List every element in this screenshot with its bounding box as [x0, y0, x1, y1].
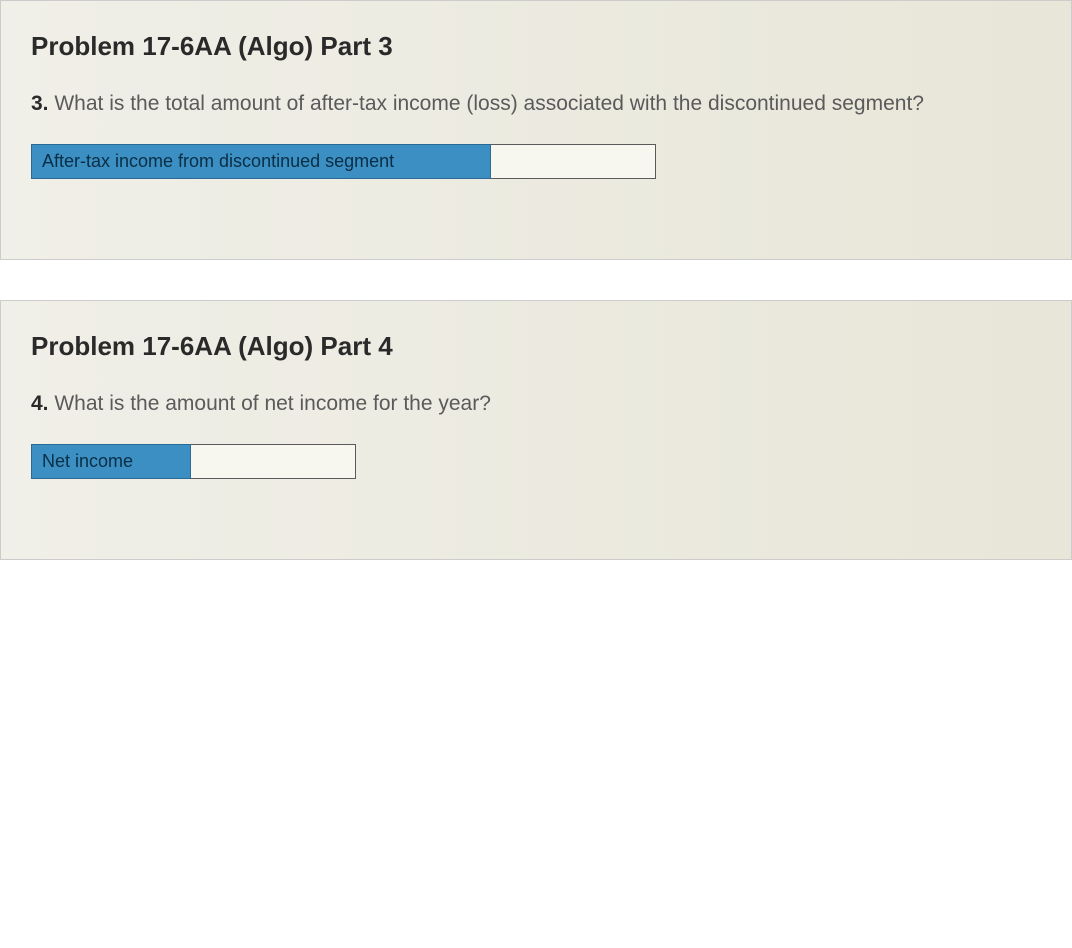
part3-answer-row: After-tax income from discontinued segme… [31, 144, 1041, 179]
part4-title: Problem 17-6AA (Algo) Part 4 [31, 331, 1041, 362]
panel-gap [0, 260, 1072, 300]
part3-question-number: 3. [31, 92, 49, 115]
part4-field-label: Net income [31, 444, 191, 479]
after-tax-income-input[interactable] [493, 149, 653, 175]
problem-part-3: Problem 17-6AA (Algo) Part 3 3. What is … [0, 0, 1072, 260]
part4-question: 4. What is the amount of net income for … [31, 392, 1041, 416]
part4-question-number: 4. [31, 392, 49, 415]
part3-question: 3. What is the total amount of after-tax… [31, 92, 1041, 116]
part3-field-label: After-tax income from discontinued segme… [31, 144, 491, 179]
net-income-input[interactable] [193, 449, 353, 475]
part3-question-text: What is the total amount of after-tax in… [49, 92, 924, 115]
part4-answer-row: Net income [31, 444, 1041, 479]
part4-input-cell [191, 444, 356, 479]
problem-part-4: Problem 17-6AA (Algo) Part 4 4. What is … [0, 300, 1072, 560]
part3-title: Problem 17-6AA (Algo) Part 3 [31, 31, 1041, 62]
part3-input-cell [491, 144, 656, 179]
part4-question-text: What is the amount of net income for the… [49, 392, 491, 415]
